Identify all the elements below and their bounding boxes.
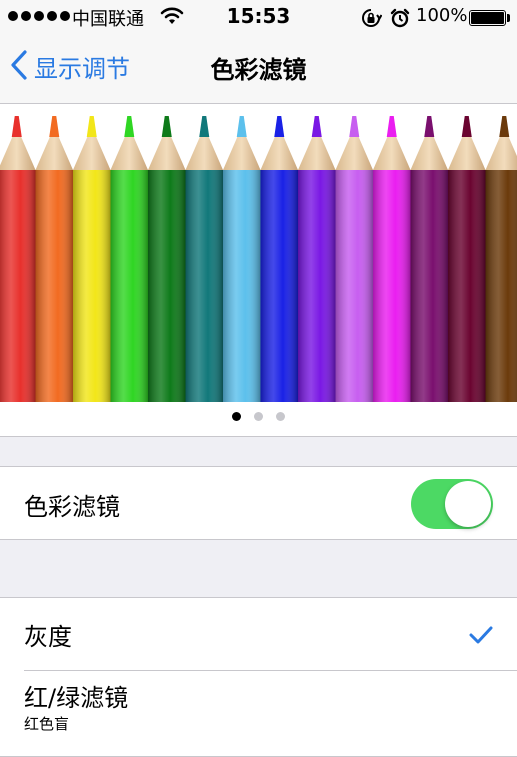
pencil [448,116,486,402]
colored-pencils-image [0,114,517,404]
filter-option-red-green[interactable]: 红/绿滤镜 [24,678,128,713]
battery-icon [469,10,506,26]
wifi-icon [160,6,184,30]
pencil [36,116,74,402]
carrier-name: 中国联通 [72,5,144,31]
filter-option-red-green-sublabel: 红色盲 [24,713,69,734]
row-separator [24,670,517,671]
alarm-icon [389,7,411,33]
back-button[interactable]: 显示调节 [10,49,130,84]
toggle-knob [445,481,491,527]
rotation-lock-icon [360,7,382,33]
pencil [298,116,336,402]
filter-options-group [0,597,517,757]
pencil [148,116,186,402]
back-button-label: 显示调节 [34,49,130,84]
page-indicator[interactable] [0,412,517,421]
pencil [336,116,374,402]
pencil [186,116,224,402]
navigation-bar: 显示调节 色彩滤镜 [0,34,517,104]
battery-percentage: 100% [416,5,467,26]
checkmark-icon [468,625,494,649]
battery-tip [507,14,510,22]
filter-option-grayscale[interactable]: 灰度 [24,617,72,652]
pencil [111,116,149,402]
page-dot[interactable] [232,412,241,421]
color-filters-label: 色彩滤镜 [24,487,120,522]
pencil [73,116,111,402]
color-preview-panel[interactable] [0,104,517,437]
pencil [0,116,36,402]
color-filters-toggle[interactable] [411,479,493,529]
pencil [223,116,261,402]
pencil [373,116,411,402]
chevron-left-icon [10,50,28,84]
pencil [486,116,517,402]
signal-strength-icon [8,11,70,21]
page-dot[interactable] [254,412,263,421]
pencil [411,116,449,402]
page-dot[interactable] [276,412,285,421]
status-bar: 中国联通 15:53 100% [0,0,517,34]
pencil [261,116,299,402]
color-filters-row: 色彩滤镜 [0,466,517,540]
